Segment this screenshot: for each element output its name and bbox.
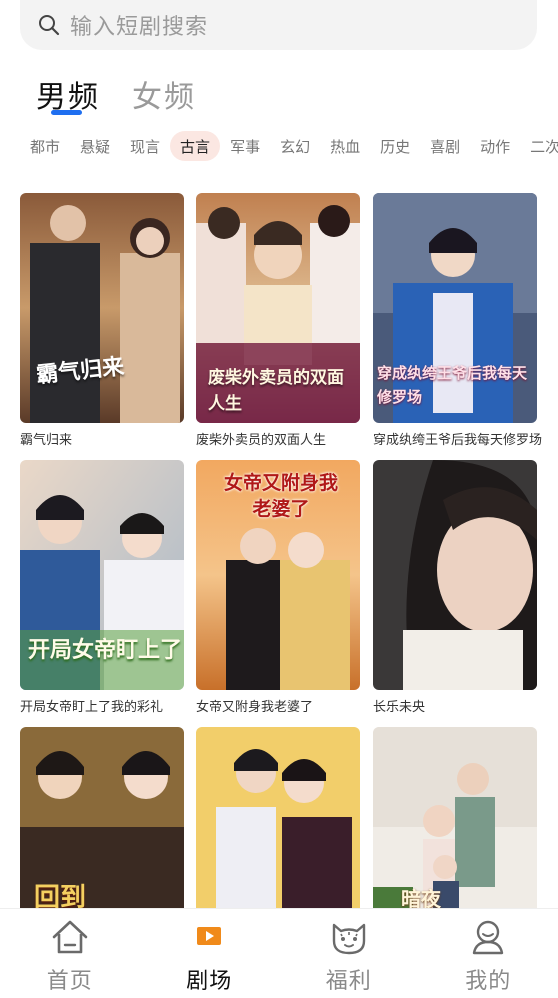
category-chip[interactable]: 军事 [220, 131, 270, 161]
show-poster: 穿成纨绔王爷后我每天修罗场 [373, 193, 537, 423]
tab-male[interactable]: 男频 [36, 72, 100, 116]
show-poster: 霸气归来 [20, 193, 184, 423]
tab-female[interactable]: 女频 [132, 72, 196, 116]
nav-profile[interactable]: 我的 [433, 909, 543, 995]
search-bar[interactable]: 输入短剧搜索 [20, 0, 537, 50]
show-poster [373, 460, 537, 690]
poster-title-art: 女帝又附身我老婆了 [223, 472, 338, 520]
nav-welfare[interactable]: 福利 [294, 909, 404, 995]
poster-title-art: 废柴外卖员的双面人生 [208, 368, 344, 414]
profile-icon [468, 917, 508, 957]
cat-face-icon [329, 917, 369, 957]
nav-home[interactable]: 首页 [15, 909, 125, 995]
poster-title-art: 开局女帝盯上了 [28, 637, 183, 663]
category-chip[interactable]: 热血 [320, 131, 370, 161]
nav-label: 剧场 [186, 969, 233, 994]
category-chip[interactable]: 喜剧 [420, 131, 470, 161]
bottom-nav: 首页 剧场 福利 我的 [0, 908, 558, 998]
category-chip[interactable]: 现言 [120, 131, 170, 161]
search-placeholder: 输入短剧搜索 [70, 15, 209, 40]
search-icon [38, 14, 60, 36]
show-card[interactable]: 女帝又附身我老婆了 女帝又附身我老婆了 [196, 460, 360, 715]
show-poster: 开局女帝盯上了 [20, 460, 184, 690]
show-title: 废柴外卖员的双面人生 [196, 433, 327, 448]
nav-label: 我的 [465, 969, 512, 994]
show-card[interactable]: 长乐未央 [373, 460, 537, 715]
show-card[interactable]: 开局女帝盯上了 开局女帝盯上了我的彩礼 [20, 460, 184, 715]
show-title: 穿成纨绔王爷后我每天修罗场 [373, 433, 543, 448]
show-title: 女帝又附身我老婆了 [196, 700, 314, 715]
nav-theater[interactable]: 剧场 [154, 909, 264, 995]
category-chip[interactable]: 都市 [20, 131, 70, 161]
show-poster: 废柴外卖员的双面人生 [196, 193, 360, 423]
show-poster: 女帝又附身我老婆了 [196, 460, 360, 690]
show-title: 霸气归来 [20, 433, 73, 448]
nav-label: 福利 [325, 969, 372, 994]
category-row: 都市 悬疑 现言 古言 军事 玄幻 热血 历史 喜剧 动作 二次元 [20, 131, 558, 161]
show-card[interactable]: 霸气归来 霸气归来 [20, 193, 184, 448]
category-chip[interactable]: 玄幻 [270, 131, 320, 161]
show-card[interactable]: 穿成纨绔王爷后我每天修罗场 穿成纨绔王爷后我每天修罗场 [373, 193, 542, 448]
nav-label: 首页 [46, 969, 93, 994]
category-chip[interactable]: 动作 [470, 131, 520, 161]
show-title: 长乐未央 [373, 700, 426, 715]
poster-title-art: 穿成纨绔王爷后我每天修罗场 [377, 364, 528, 406]
category-chip[interactable]: 二次元 [520, 131, 558, 161]
show-card[interactable]: 废柴外卖员的双面人生 废柴外卖员的双面人生 [196, 193, 360, 448]
theater-play-icon [189, 917, 229, 957]
show-title: 开局女帝盯上了我的彩礼 [20, 700, 164, 715]
home-icon [50, 917, 90, 957]
category-chip[interactable]: 历史 [370, 131, 420, 161]
gender-tabs: 男频 女频 [36, 72, 196, 116]
category-chip-active[interactable]: 古言 [170, 131, 221, 161]
category-chip[interactable]: 悬疑 [70, 131, 120, 161]
